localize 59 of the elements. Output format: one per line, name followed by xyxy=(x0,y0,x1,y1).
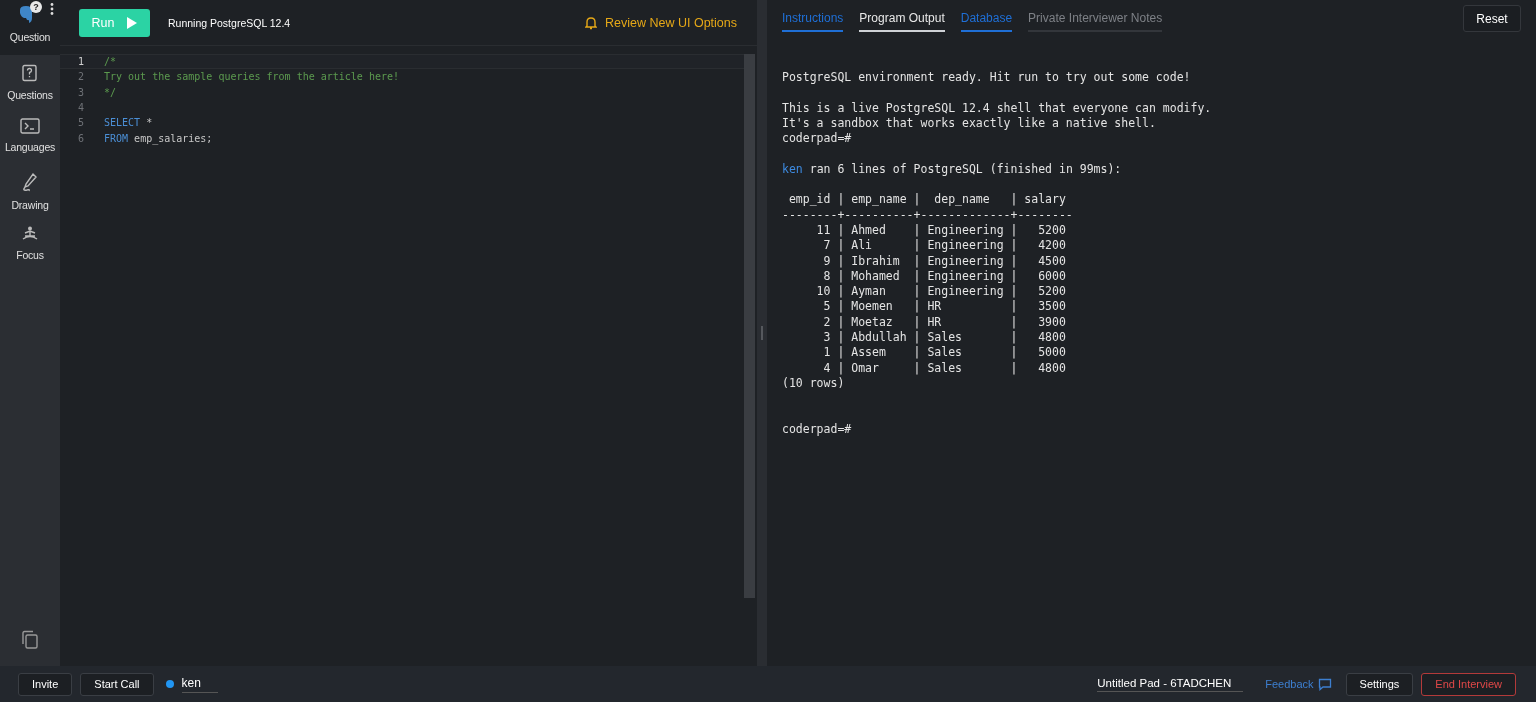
terminal-line: 2 | Moetaz | HR | 3900 xyxy=(822,314,1067,331)
settings-button[interactable]: Settings xyxy=(1345,672,1414,696)
code-line: Try out the sample queries from the article here! xyxy=(104,71,399,83)
meditation-icon xyxy=(21,226,39,242)
line-number: 6 xyxy=(76,132,84,144)
bell-icon xyxy=(585,15,597,30)
help-badge: ? xyxy=(30,1,42,13)
copy-icon[interactable] xyxy=(21,630,39,650)
code-line: SELECT * xyxy=(104,117,153,129)
terminal-line: 1 | Assem | Sales | 5000 xyxy=(822,345,1067,361)
sidebar-item[interactable]: Questions xyxy=(0,64,60,109)
terminal-line: 9 | Ibrahim | Engineering | 4500 xyxy=(822,253,1067,269)
line-number: 5 xyxy=(76,117,84,129)
terminal-line: coderpad=# xyxy=(782,131,853,147)
terminal-line: (10 rows) xyxy=(782,375,846,392)
more-icon[interactable] xyxy=(50,3,54,15)
pen-icon xyxy=(21,172,39,192)
terminal-line: PostgreSQL environment ready. Hit run to try out some code! xyxy=(782,70,1192,86)
chat-bubble-icon xyxy=(1317,677,1332,691)
line-number: 1 xyxy=(76,56,84,68)
start-call-button[interactable]: Start Call xyxy=(80,672,154,696)
play-icon xyxy=(126,16,138,29)
invite-button[interactable]: Invite xyxy=(18,672,73,696)
sidebar-item[interactable]: Drawing xyxy=(0,172,60,217)
terminal-line: 11 | Ahmed | Engineering | 5200 xyxy=(815,222,1067,239)
terminal-line: ken ran 6 lines of PostgreSQL (finished in 99ms): xyxy=(782,161,1123,178)
sidebar-item[interactable]: Languages xyxy=(0,118,60,163)
terminal-line: This is a live PostgreSQL 12.4 shell that everyone can modify. xyxy=(782,100,1213,116)
terminal-line: emp_id | emp_name | dep_name | salary xyxy=(787,192,1067,208)
terminal-line: It's a sandbox that works exactly like a native shell. xyxy=(782,115,1157,132)
code-editor[interactable]: 1 /* 2 Try out the sample queries from the article here! 3 */ 4 5 SELECT * 6 FROM emp_salaries; xyxy=(60,54,744,666)
run-status: Running PostgreSQL 12.4 xyxy=(168,16,291,29)
terminal-line: --------+----------+-------------+-------- xyxy=(782,207,1074,223)
code-line: */ xyxy=(104,86,117,98)
terminal-line: 8 | Mohamed | Engineering | 6000 xyxy=(822,268,1067,285)
line-number: 3 xyxy=(76,86,84,98)
code-line: FROM emp_salaries; xyxy=(104,132,213,144)
code-line: /* xyxy=(104,56,117,68)
reset-button[interactable]: Reset xyxy=(1463,5,1521,32)
terminal-line: 3 | Abdullah | Sales | 4800 xyxy=(822,330,1067,346)
scrollbar[interactable] xyxy=(744,54,755,598)
feedback-link[interactable]: Feedback xyxy=(1259,676,1338,692)
help-card-icon xyxy=(21,64,39,82)
terminal-icon xyxy=(20,118,40,134)
pad-title-field[interactable]: Untitled Pad - 6TADCHEN xyxy=(1097,676,1244,692)
tab[interactable]: Program Output xyxy=(859,5,945,32)
tab[interactable]: Private Interviewer Notes xyxy=(1028,5,1163,32)
question-label[interactable]: Question xyxy=(9,31,51,43)
sidebar-item[interactable]: Focus xyxy=(0,226,60,271)
terminal-line: coderpad=# xyxy=(782,421,853,438)
terminal-line: 4 | Omar | Sales | 4800 xyxy=(822,360,1067,376)
line-number: 2 xyxy=(76,71,84,83)
terminal-line: 7 | Ali | Engineering | 4200 xyxy=(822,238,1067,254)
terminal-line: 5 | Moemen | HR | 3500 xyxy=(822,299,1067,315)
review-ui-link[interactable]: Review New UI Options xyxy=(579,14,743,31)
line-number: 4 xyxy=(76,102,84,114)
end-interview-button[interactable]: End Interview xyxy=(1421,672,1516,696)
user-name-field[interactable]: ken xyxy=(181,675,218,693)
terminal-line: 10 | Ayman | Engineering | 5200 xyxy=(815,284,1067,300)
